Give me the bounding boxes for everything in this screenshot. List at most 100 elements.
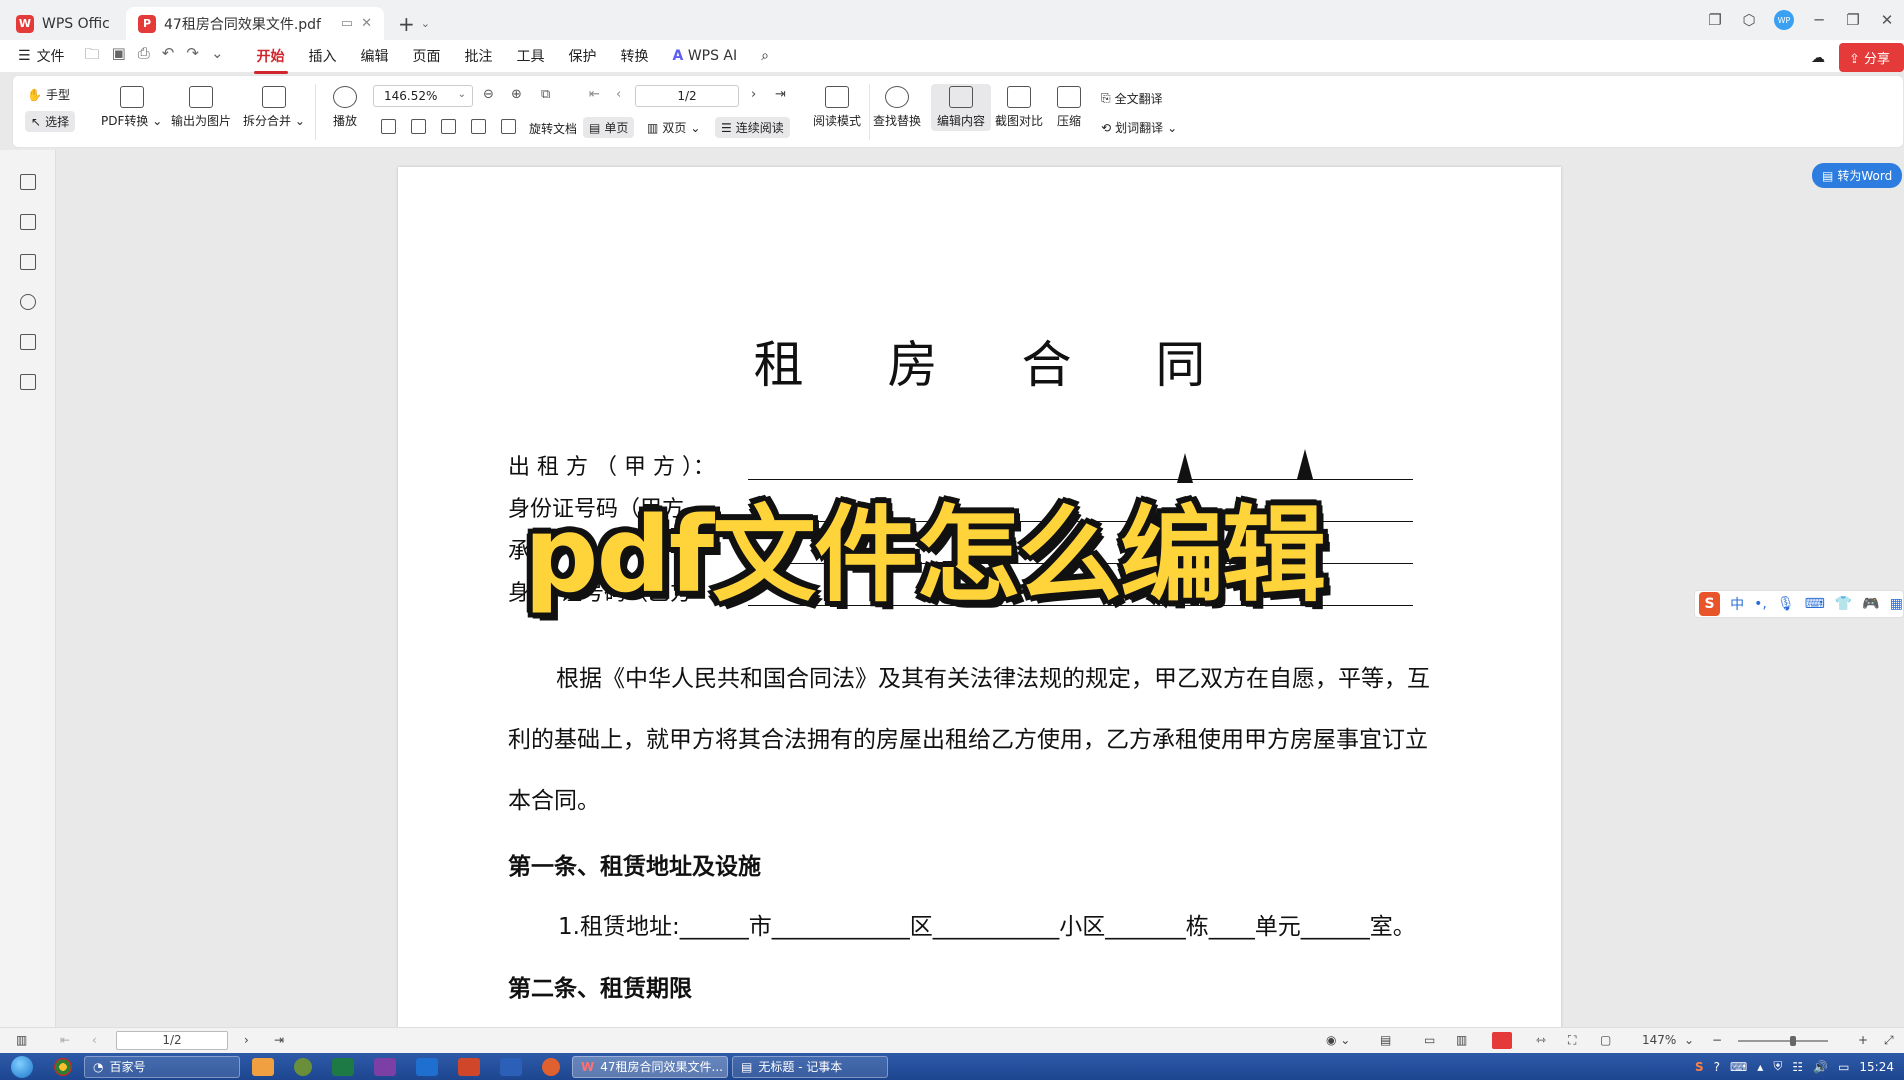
zoom-in-icon[interactable]: ⊕	[511, 87, 522, 102]
user-avatar[interactable]: WP	[1774, 10, 1794, 30]
menu-wps-ai[interactable]: A WPS AI	[670, 42, 741, 70]
first-page-icon[interactable]: ⇤	[589, 87, 600, 102]
tab-document[interactable]: P 47租房合同效果文件.pdf ▭ ✕	[126, 7, 384, 40]
pdf-convert-button[interactable]: PDF转换 ⌄	[101, 86, 162, 129]
continuous-view-icon[interactable]: ▤	[1380, 1033, 1391, 1047]
layers-icon[interactable]	[20, 374, 36, 390]
media-icon[interactable]	[542, 1057, 560, 1076]
double-page-button[interactable]: ▥ 双页 ⌄	[647, 119, 700, 136]
status-zoom-value[interactable]: 147%	[1642, 1033, 1676, 1047]
security-tray-icon[interactable]: ⛨	[1773, 1059, 1782, 1074]
prev-page-icon[interactable]: ‹	[92, 1033, 97, 1047]
share-button[interactable]: ⇪ 分享	[1838, 43, 1904, 72]
fit-page-icon[interactable]: ⧉	[541, 87, 550, 102]
fit-page-status-icon[interactable]: ⛶	[1568, 1033, 1576, 1048]
apps-grid-icon[interactable]: ▦	[1890, 596, 1903, 612]
sogou-tray-icon[interactable]: S	[1695, 1060, 1704, 1074]
split-merge-button[interactable]: 拆分合并 ⌄	[243, 86, 305, 129]
menu-edit[interactable]: 编辑	[358, 40, 392, 72]
cube-icon[interactable]: ⬡	[1732, 11, 1766, 29]
fit-width-status-icon[interactable]: ⇿	[1536, 1033, 1546, 1047]
save-icon[interactable]: ▣	[112, 44, 126, 69]
bookmark-icon[interactable]	[20, 174, 36, 190]
tab-restore-icon[interactable]: ▭	[341, 16, 353, 31]
help-tray-icon[interactable]: ?	[1714, 1060, 1720, 1074]
play-button[interactable]: 播放	[333, 86, 357, 129]
keyboard-tray-icon[interactable]: ⌨	[1730, 1060, 1747, 1074]
game-icon[interactable]: 🎮	[1862, 596, 1879, 612]
ime-mode-label[interactable]: 中	[1730, 594, 1744, 614]
screenshot-compare-button[interactable]: 截图对比	[995, 86, 1043, 129]
start-button[interactable]	[0, 1053, 44, 1080]
microphone-icon[interactable]: 🎙	[1777, 596, 1795, 612]
eye-protection-icon[interactable]: ◉ ⌄	[1326, 1033, 1350, 1047]
more-chevron-icon[interactable]: ⌄	[211, 44, 224, 69]
toggle-sidebar-icon[interactable]: ▥	[16, 1033, 27, 1047]
menu-tools[interactable]: 工具	[514, 40, 548, 72]
export-image-button[interactable]: 输出为图片	[171, 86, 231, 129]
single-view-icon[interactable]: ▭	[1424, 1033, 1435, 1047]
restore-icon[interactable]: ❐	[1836, 11, 1870, 29]
word-translate-button[interactable]: ⟲ 划词翻译 ⌄	[1101, 119, 1177, 136]
last-page-icon[interactable]: ⇥	[775, 87, 786, 102]
play-slideshow-icon[interactable]	[1492, 1032, 1512, 1049]
full-translate-button[interactable]: ⎘ 全文翻译	[1101, 90, 1163, 107]
new-tab-button[interactable]: + ⌄	[398, 7, 430, 40]
compress-button[interactable]: 压缩	[1057, 86, 1081, 129]
cloud-icon[interactable]: ☁	[1811, 50, 1825, 66]
undo-icon[interactable]: ↶	[162, 44, 175, 69]
first-page-icon[interactable]: ⇤	[60, 1033, 70, 1047]
print-icon[interactable]: ⎙	[138, 44, 150, 69]
tab-close-icon[interactable]: ✕	[361, 16, 372, 31]
zoom-out-icon[interactable]: ⊖	[483, 87, 494, 102]
single-page-button[interactable]: ▤ 单页	[583, 117, 635, 138]
network-tray-icon[interactable]: ☷	[1792, 1060, 1803, 1074]
keyboard-icon[interactable]: ⌨	[1805, 596, 1825, 612]
browser-icon[interactable]	[294, 1057, 312, 1076]
menu-start[interactable]: 开始	[253, 40, 288, 74]
zoom-slider[interactable]	[1738, 1036, 1828, 1046]
double-view-icon[interactable]: ▥	[1456, 1033, 1467, 1047]
action-center-icon[interactable]: ▭	[1838, 1060, 1849, 1074]
hand-tool-button[interactable]: ✋ 手型	[27, 86, 70, 103]
actual-size-icon[interactable]	[381, 119, 396, 134]
word-app-icon[interactable]	[500, 1057, 522, 1076]
taskbar-notepad[interactable]: ▤ 无标题 - 记事本	[732, 1055, 888, 1078]
app-icon[interactable]	[252, 1057, 274, 1076]
search-icon[interactable]: ⌕	[758, 42, 772, 70]
volume-tray-icon[interactable]: 🔊	[1813, 1060, 1828, 1074]
convert-to-word-button[interactable]: ▤ 转为Word	[1812, 163, 1903, 188]
read-mode-button[interactable]: 阅读模式	[813, 86, 861, 129]
open-folder-icon[interactable]: 🗀	[85, 44, 100, 69]
powerpoint-icon[interactable]	[458, 1057, 480, 1076]
attachment-icon[interactable]	[20, 294, 36, 310]
punctuation-icon[interactable]: •,	[1754, 596, 1767, 612]
next-page-icon[interactable]: ›	[244, 1033, 249, 1047]
find-replace-button[interactable]: 查找替换	[873, 86, 921, 129]
rotate-left-icon[interactable]	[471, 119, 486, 134]
edit-content-button[interactable]: 编辑内容	[931, 84, 992, 131]
zoom-dropdown-icon[interactable]: ⌄	[1684, 1033, 1694, 1047]
zoom-select[interactable]: 146.52% ⌄	[373, 85, 473, 107]
select-tool-button[interactable]: ↖ 选择	[25, 111, 76, 132]
show-hidden-icons[interactable]: ▴	[1757, 1060, 1763, 1074]
rotate-document-button[interactable]: 旋转文档	[529, 120, 577, 137]
menu-convert[interactable]: 转换	[618, 40, 652, 72]
taskbar-wps-document[interactable]: W 47租房合同效果文件...	[572, 1055, 728, 1078]
continuous-read-button[interactable]: ☰ 连续阅读	[715, 117, 790, 138]
zoom-in-status-icon[interactable]: +	[1858, 1033, 1868, 1047]
file-menu[interactable]: ☰ 文件	[18, 46, 65, 66]
next-page-icon[interactable]: ›	[751, 87, 756, 102]
page-number-input[interactable]: 1/2	[635, 85, 739, 107]
fit-height-icon[interactable]	[441, 119, 456, 134]
taskbar-baijia[interactable]: ◔ 百家号	[84, 1055, 240, 1078]
close-window-icon[interactable]: ✕	[1870, 11, 1904, 29]
sogou-logo-icon[interactable]: S	[1699, 592, 1721, 616]
zoom-out-status-icon[interactable]: −	[1712, 1033, 1722, 1047]
signature-icon[interactable]	[20, 334, 36, 350]
actual-size-status-icon[interactable]: ▢	[1600, 1033, 1611, 1047]
comment-icon[interactable]	[20, 254, 36, 270]
chevron-down-icon[interactable]: ⌄	[421, 17, 430, 30]
rotate-right-icon[interactable]	[501, 119, 516, 134]
onenote-icon[interactable]	[374, 1057, 396, 1076]
